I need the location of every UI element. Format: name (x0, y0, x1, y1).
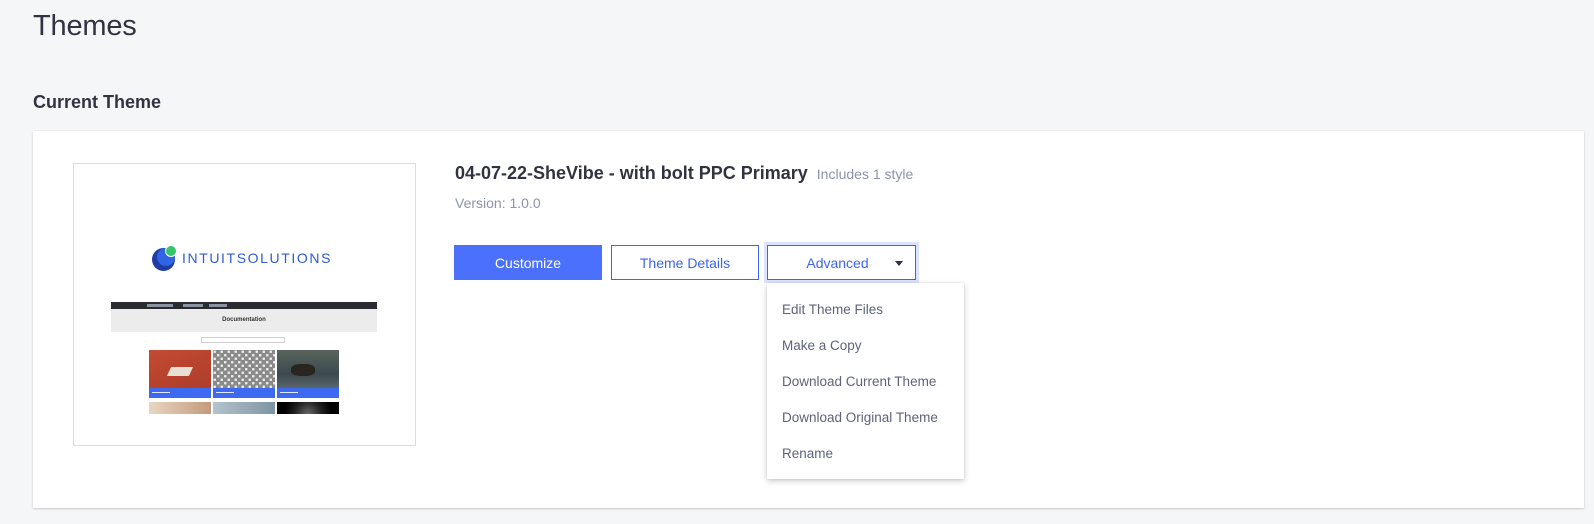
preview-search-box (201, 337, 285, 343)
theme-preview-thumbnail[interactable]: INTUITSOLUTIONS Documentation (73, 163, 416, 446)
preview-tile (149, 350, 211, 398)
preview-tile (149, 402, 211, 414)
menu-item-edit-theme-files[interactable]: Edit Theme Files (767, 292, 964, 328)
preview-tile (213, 402, 275, 414)
preview-nav-bar (111, 302, 377, 309)
preview-tile (213, 350, 275, 398)
preview-hero: Documentation (111, 309, 377, 332)
theme-name: 04-07-22-SheVibe - with bolt PPC Primary… (455, 163, 913, 184)
advanced-dropdown-menu: Edit Theme Files Make a Copy Download Cu… (767, 283, 964, 479)
preview-tile (277, 402, 339, 414)
caret-down-icon (895, 261, 903, 266)
customize-button[interactable]: Customize (454, 245, 602, 280)
current-theme-card: INTUITSOLUTIONS Documentation 04-07-22-S… (33, 131, 1584, 508)
advanced-button-label: Advanced (806, 254, 869, 271)
menu-item-rename[interactable]: Rename (767, 436, 964, 472)
current-theme-heading: Current Theme (33, 92, 162, 112)
menu-item-download-original-theme[interactable]: Download Original Theme (767, 400, 964, 436)
page-title: Themes (33, 10, 137, 42)
theme-name-text: 04-07-22-SheVibe - with bolt PPC Primary (455, 163, 808, 183)
theme-version: Version: 1.0.0 (455, 195, 541, 211)
logo-mark-icon (152, 245, 177, 271)
preview-logo-text: INTUITSOLUTIONS (182, 250, 333, 266)
theme-styles-note: Includes 1 style (816, 166, 914, 182)
menu-item-make-a-copy[interactable]: Make a Copy (767, 328, 964, 364)
advanced-dropdown-button[interactable]: Advanced (767, 245, 916, 280)
preview-tile (277, 350, 339, 398)
menu-item-download-current-theme[interactable]: Download Current Theme (767, 364, 964, 400)
theme-details-button[interactable]: Theme Details (611, 245, 759, 280)
preview-logo: INTUITSOLUTIONS (152, 245, 333, 271)
